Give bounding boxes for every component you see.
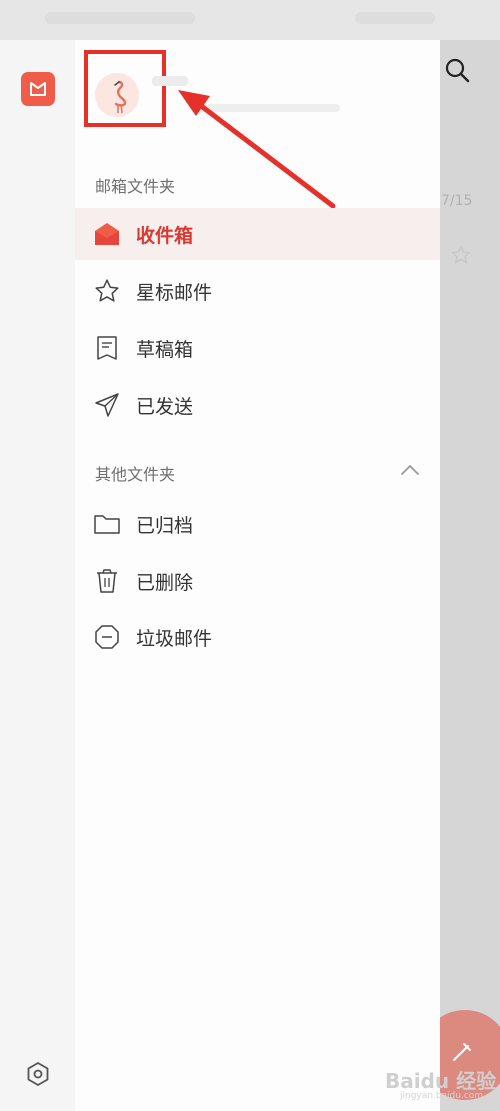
mail-app-logo[interactable]	[21, 72, 55, 106]
folder-label: 垃圾邮件	[136, 627, 213, 650]
folder-label: 星标邮件	[136, 281, 213, 304]
section-title-other: 其他文件夹	[95, 465, 176, 484]
background-mail-date: 7/15	[441, 193, 473, 209]
folder-label: 已删除	[136, 571, 194, 594]
search-icon[interactable]	[444, 57, 470, 83]
settings-icon[interactable]	[24, 1060, 52, 1088]
compose-icon	[453, 1043, 471, 1061]
chevron-up-icon[interactable]	[399, 461, 421, 479]
background-action-placeholder	[355, 12, 435, 24]
mail-logo-icon	[30, 82, 46, 96]
folder-item-spam[interactable]: 垃圾邮件	[75, 611, 440, 663]
folder-label: 草稿箱	[136, 338, 194, 361]
section-title-mailbox: 邮箱文件夹	[95, 177, 176, 196]
folder-icon	[93, 510, 121, 538]
folder-label: 已归档	[136, 514, 194, 537]
folder-item-deleted[interactable]: 已删除	[75, 555, 440, 607]
folder-item-archived[interactable]: 已归档	[75, 498, 440, 550]
inbox-icon	[93, 220, 121, 248]
folder-item-inbox[interactable]: 收件箱	[75, 208, 440, 260]
send-icon	[93, 391, 121, 419]
account-name-placeholder	[152, 76, 188, 86]
watermark: Baidu 经验	[385, 1069, 497, 1093]
account-rail	[0, 40, 75, 1111]
folder-item-starred[interactable]: 星标邮件	[75, 265, 440, 317]
folder-label: 已发送	[136, 395, 194, 418]
folder-item-drafts[interactable]: 草稿箱	[75, 322, 440, 374]
background-title-placeholder	[45, 12, 195, 24]
folder-label: 收件箱	[136, 224, 194, 247]
background-star-icon	[451, 245, 471, 264]
draft-icon	[93, 334, 121, 362]
folder-item-sent[interactable]: 已发送	[75, 379, 440, 431]
trash-icon	[93, 567, 121, 595]
avatar-highlight-box	[84, 50, 166, 127]
account-email-placeholder	[190, 104, 340, 112]
spam-icon	[93, 623, 121, 651]
star-icon	[93, 277, 121, 305]
watermark-url: jingyan.baidu.com	[400, 1091, 484, 1101]
